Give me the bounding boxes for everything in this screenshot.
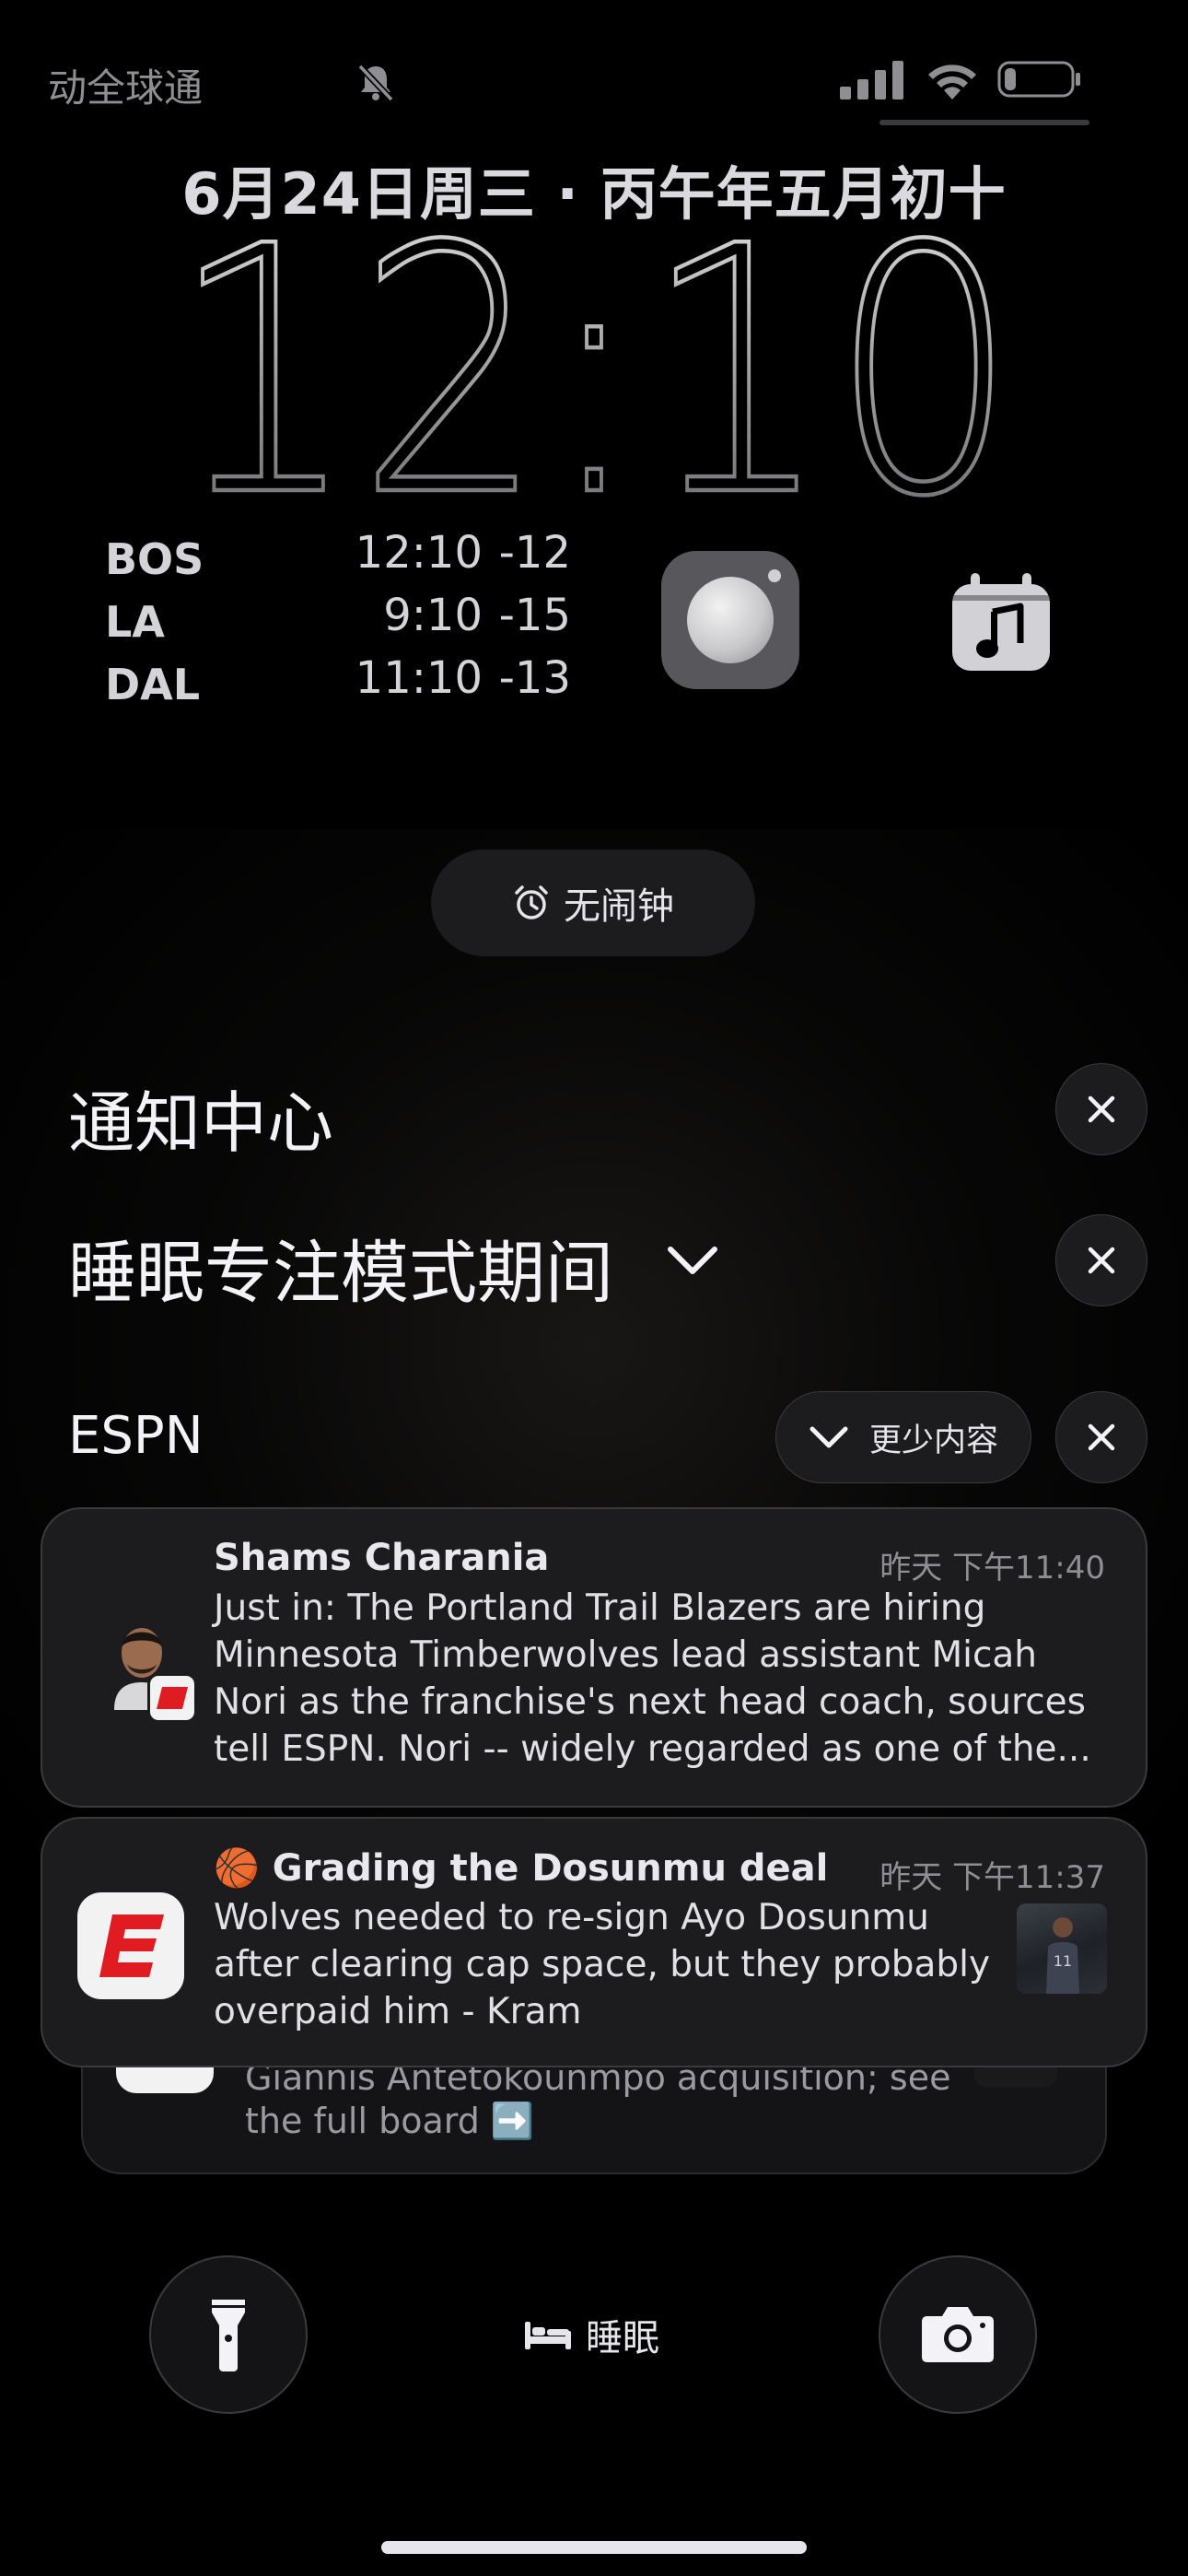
close-icon xyxy=(1088,1423,1115,1451)
alarm-clock-icon xyxy=(515,885,548,919)
show-less-label: 更少内容 xyxy=(868,1422,998,1459)
camera-button[interactable] xyxy=(879,2255,1037,2414)
lock-date: 6月24日周三 · 丙午年五月初十 xyxy=(181,160,1007,228)
clear-focus-section-button[interactable] xyxy=(1055,1214,1147,1306)
espn-logo-icon xyxy=(77,1892,184,1999)
bell-slash-icon xyxy=(357,64,394,102)
city-label: DAL xyxy=(105,660,201,709)
notification-time: 昨天 下午11:40 xyxy=(879,1550,1105,1587)
clear-app-group-button[interactable] xyxy=(1055,1391,1147,1483)
city-offset: -12 xyxy=(498,527,571,579)
clear-notification-center-button[interactable] xyxy=(1055,1063,1147,1155)
chevron-down-icon[interactable] xyxy=(667,1242,718,1279)
lock-clock: 12:10 xyxy=(169,221,1020,516)
flashlight-button[interactable] xyxy=(149,2255,308,2414)
chevron-down-icon xyxy=(809,1426,848,1448)
home-indicator[interactable] xyxy=(381,2541,807,2554)
app-group-title: ESPN xyxy=(68,1406,204,1466)
wifi-icon xyxy=(928,64,976,100)
city-label: LA xyxy=(105,597,165,647)
music-calendar-icon[interactable] xyxy=(950,571,1052,673)
carrier-label: 动全球通 xyxy=(48,65,204,111)
alarm-pill[interactable]: 无闹钟 xyxy=(431,849,755,956)
lock-time: 12:10 xyxy=(170,221,1018,516)
show-less-button[interactable]: 更少内容 xyxy=(775,1391,1031,1483)
notification-time: 昨天 下午11:37 xyxy=(879,1859,1105,1896)
battery-icon xyxy=(997,61,1080,98)
close-icon xyxy=(1088,1247,1115,1274)
moon-widget-icon[interactable] xyxy=(661,551,799,689)
status-underline xyxy=(879,120,1089,125)
notification-thumbnail: 11 xyxy=(1017,1903,1107,1994)
city-offset: -13 xyxy=(498,652,571,704)
camera-icon xyxy=(922,2307,994,2362)
notification-center-title: 通知中心 xyxy=(68,1084,334,1162)
notification-title: Shams Charania xyxy=(214,1537,550,1579)
sleep-focus-indicator[interactable]: 睡眠 xyxy=(523,2308,659,2361)
focus-section-title[interactable]: 睡眠专注模式期间 xyxy=(68,1218,613,1317)
city-offset: -15 xyxy=(498,590,571,641)
svg-text:11: 11 xyxy=(1054,1952,1072,1970)
alarm-label: 无闹钟 xyxy=(564,885,674,928)
notification-body: Just in: The Portland Trail Blazers are … xyxy=(214,1587,1091,1770)
notification-card[interactable]: 🏀 Grading the Dosunmu deal 昨天 下午11:37 Wo… xyxy=(41,1817,1147,2067)
cellular-signal-icon xyxy=(840,61,903,100)
notification-body: Wolves needed to re-sign Ayo Dosunmu aft… xyxy=(214,1897,991,2032)
flashlight-icon xyxy=(212,2300,245,2371)
bed-icon xyxy=(525,2322,571,2349)
close-icon xyxy=(1088,1095,1115,1123)
city-label: BOS xyxy=(105,534,204,584)
notification-card[interactable]: Shams Charania 昨天 下午11:40 Just in: The P… xyxy=(41,1507,1147,1808)
notification-body: Giannis Antetokounmpo acquisition; see t… xyxy=(245,2057,951,2141)
sleep-label: 睡眠 xyxy=(586,2317,659,2359)
notification-title: 🏀 Grading the Dosunmu deal xyxy=(214,1847,829,1890)
espn-badge-icon xyxy=(147,1673,197,1723)
